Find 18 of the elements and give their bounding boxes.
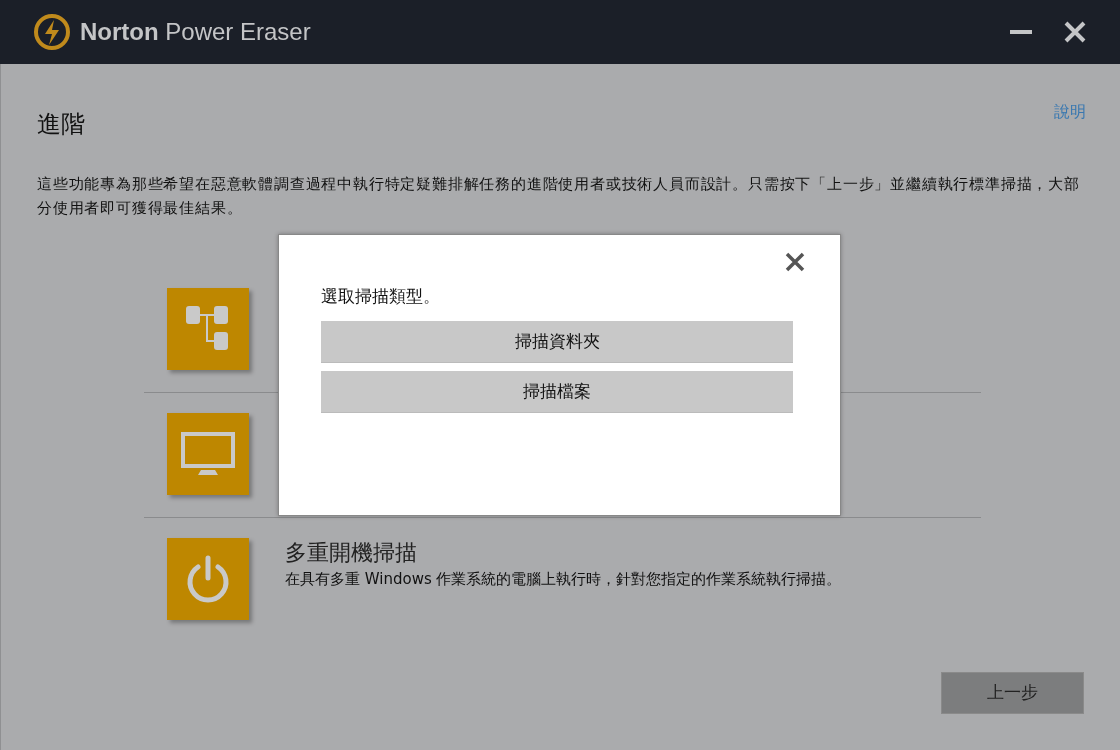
close-button[interactable] xyxy=(1063,20,1087,44)
lightning-logo-icon xyxy=(33,13,71,51)
option-tile[interactable] xyxy=(167,413,249,495)
scan-option-button[interactable]: 掃描檔案 xyxy=(321,371,793,413)
scan-option-button[interactable]: 掃描資料夾 xyxy=(321,321,793,363)
hierarchy-icon xyxy=(186,306,230,352)
option-description: 在具有多重 Windows 作業系統的電腦上執行時，針對您指定的作業系統執行掃描。 xyxy=(285,569,842,590)
back-button[interactable]: 上一步 xyxy=(941,672,1084,714)
dialog-prompt: 選取掃描類型。 xyxy=(321,285,441,307)
window-title: Norton Power Eraser xyxy=(80,17,311,47)
option-tile[interactable] xyxy=(167,288,249,370)
power-icon xyxy=(186,555,230,603)
option-tile[interactable] xyxy=(167,538,249,620)
intro-text: 這些功能專為那些希望在惡意軟體調查過程中執行特定疑難排解任務的進階使用者或技術人員而設計。只需按下「上一步」並繼續執行標準掃描，大部分使用者即可獲得最佳結果。 xyxy=(37,174,1081,219)
monitor-icon xyxy=(181,432,235,476)
option-title: 多重開機掃描 xyxy=(285,539,418,567)
close-button[interactable] xyxy=(784,251,806,273)
page-heading: 進階 xyxy=(37,109,85,140)
